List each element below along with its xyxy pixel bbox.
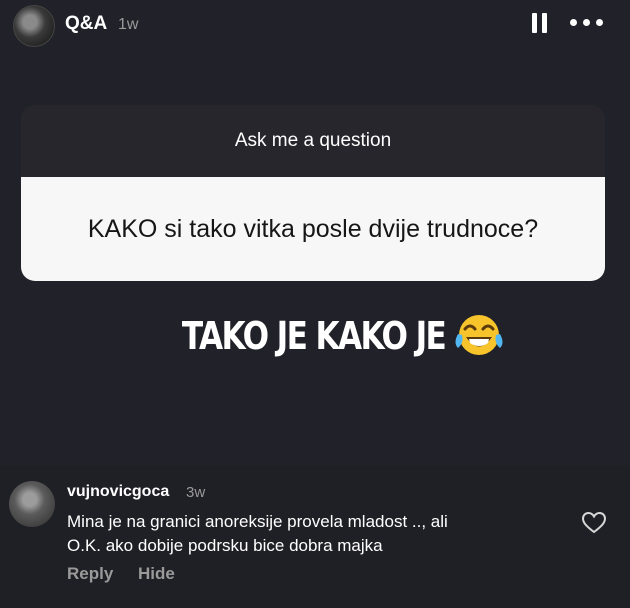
reply-button[interactable]: Reply: [67, 564, 113, 583]
profile-avatar[interactable]: [13, 5, 55, 47]
commenter-avatar[interactable]: [9, 481, 55, 527]
question-prompt: Ask me a question: [21, 105, 605, 177]
more-options-icon[interactable]: [570, 19, 604, 27]
comment-actions: Reply Hide: [67, 564, 195, 584]
comment-item: vujnovicgoca 3w Mina je na granici anore…: [0, 465, 630, 608]
story-timestamp: 1w: [118, 16, 139, 33]
comment-timestamp: 3w: [186, 484, 206, 501]
hide-button[interactable]: Hide: [138, 564, 175, 583]
story-title: Q&A: [65, 13, 108, 34]
comment-username[interactable]: vujnovicgoca: [67, 483, 169, 501]
story-header: Q&A 1w: [0, 0, 630, 48]
answer-caption: TAKO JE KAKO JE: [0, 310, 630, 360]
comment-text-line: O.K. ako dobije podrsku bice dobra majka: [67, 536, 383, 555]
pause-icon[interactable]: [532, 13, 548, 33]
story-view: Q&A 1w Ask me a question KAKO si tako vi…: [0, 0, 630, 465]
comment-text-line: Mina je na granici anoreksije provela ml…: [67, 512, 448, 531]
question-sticker[interactable]: Ask me a question KAKO si tako vitka pos…: [21, 105, 605, 281]
comment-text: Mina je na granici anoreksije provela ml…: [67, 510, 557, 558]
question-text: KAKO si tako vitka posle dvije trudnoce?: [21, 177, 605, 281]
face-with-tears-of-joy-icon: [455, 315, 503, 355]
answer-text: TAKO JE KAKO JE: [181, 314, 447, 358]
heart-icon[interactable]: [582, 512, 606, 534]
